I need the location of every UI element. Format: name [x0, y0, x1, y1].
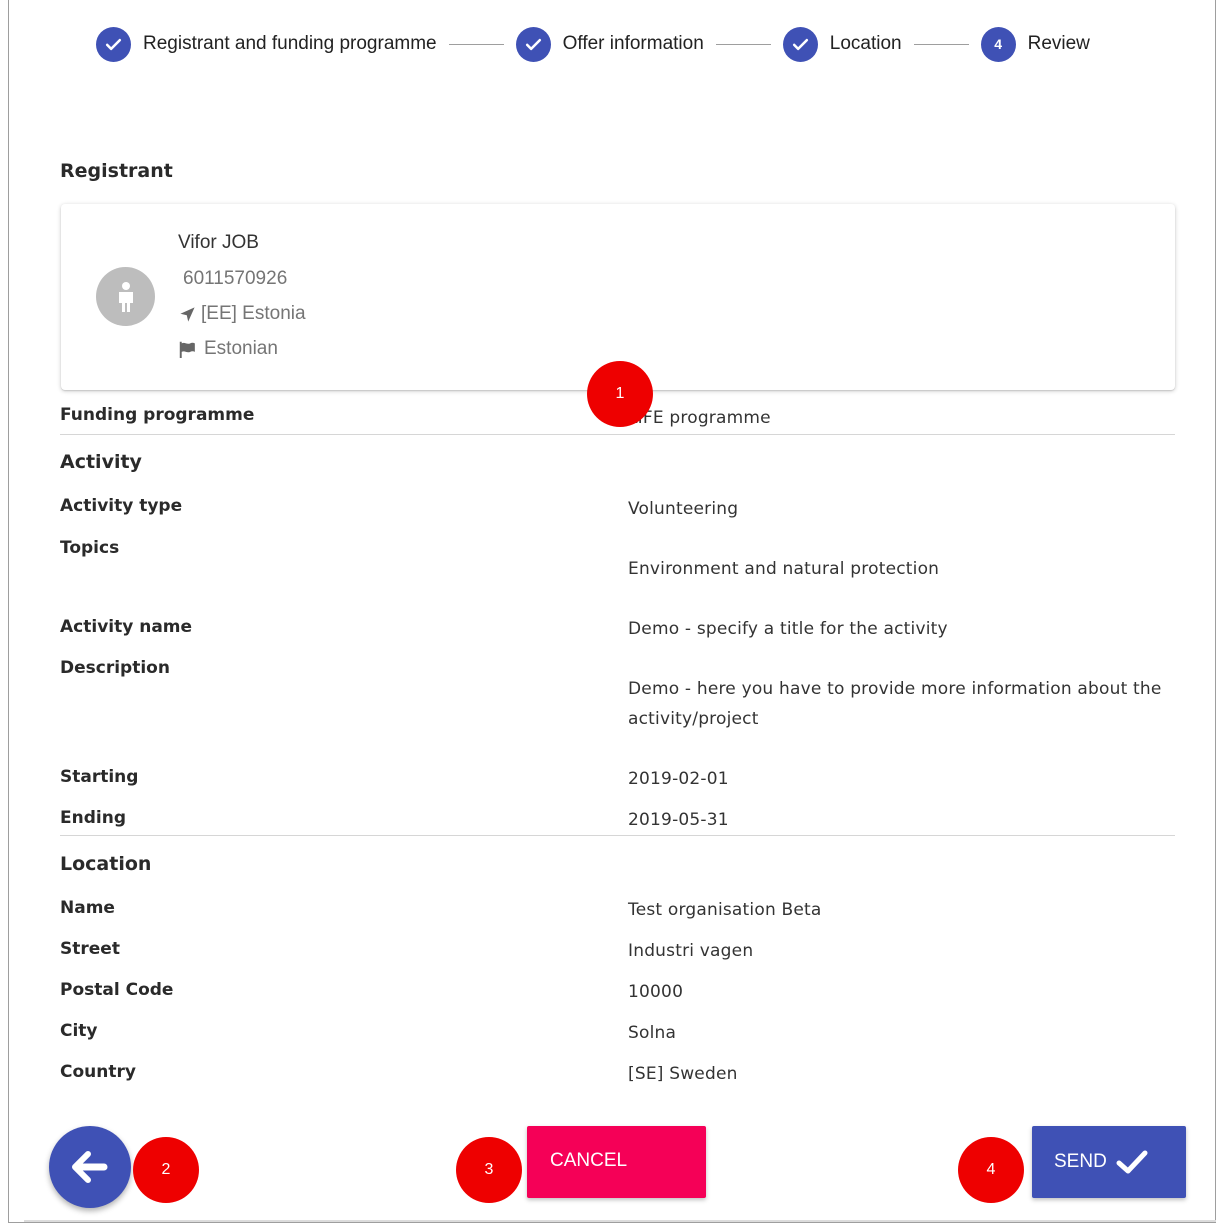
activity-name-label: Activity name	[60, 617, 193, 637]
activity-type-label: Activity type	[60, 496, 183, 516]
ending-value: 2019-05-31	[628, 810, 729, 830]
country-label: Country	[60, 1062, 136, 1082]
description-label: Description	[60, 658, 170, 678]
postal-code-value: 10000	[628, 982, 684, 1002]
divider	[60, 434, 1175, 435]
step-connector	[913, 43, 969, 45]
location-arrow-icon	[178, 305, 197, 324]
starting-value: 2019-02-01	[628, 769, 729, 789]
topics-value: Environment and natural protection	[628, 559, 940, 579]
starting-label: Starting	[60, 767, 139, 787]
step-offer-information[interactable]: Offer information	[515, 26, 704, 62]
check-icon	[515, 26, 551, 62]
registrant-nationality-text: Estonian	[204, 338, 278, 359]
back-button[interactable]	[49, 1126, 131, 1208]
registrant-country-text: [EE] Estonia	[201, 303, 306, 324]
street-label: Street	[60, 939, 120, 959]
check-icon	[96, 26, 131, 62]
annotation-marker-4: 4	[958, 1137, 1024, 1203]
funding-value: LIFE programme	[628, 408, 771, 428]
annotation-marker-2: 2	[133, 1137, 199, 1203]
step-location[interactable]: Location	[782, 26, 902, 62]
location-heading: Location	[60, 853, 152, 875]
topics-label: Topics	[60, 538, 120, 558]
step-label: Registrant and funding programme	[143, 33, 437, 54]
description-value: Demo - here you have to provide more inf…	[628, 679, 1162, 729]
cancel-button-label: CANCEL	[550, 1150, 628, 1171]
registrant-country: [EE] Estonia	[178, 303, 306, 325]
frame-bottom-shadow	[24, 1220, 1216, 1222]
step-label: Location	[829, 33, 902, 54]
annotation-marker-1: 1	[587, 361, 653, 427]
postal-code-label: Postal Code	[60, 980, 174, 1000]
step-connector	[715, 43, 771, 45]
step-label: Review	[1027, 33, 1090, 54]
cancel-button[interactable]: CANCEL	[527, 1126, 706, 1198]
arrow-left-icon	[72, 1151, 108, 1183]
funding-label: Funding programme	[60, 405, 255, 425]
divider	[60, 835, 1175, 836]
flag-icon	[178, 340, 197, 359]
check-icon	[782, 26, 818, 62]
city-label: City	[60, 1021, 98, 1041]
activity-type-value: Volunteering	[628, 499, 739, 519]
step-number: 4	[980, 26, 1016, 62]
step-connector	[448, 43, 504, 45]
activity-name-value: Demo - specify a title for the activity	[628, 619, 948, 639]
city-value: Solna	[628, 1023, 677, 1043]
street-value: Industri vagen	[628, 941, 754, 961]
step-registrant-funding[interactable]: Registrant and funding programme	[96, 26, 437, 62]
step-label: Offer information	[562, 33, 704, 54]
location-name-label: Name	[60, 898, 115, 918]
send-button[interactable]: SEND	[1032, 1126, 1186, 1198]
ending-label: Ending	[60, 808, 126, 828]
location-name-value: Test organisation Beta	[628, 900, 822, 920]
activity-heading: Activity	[60, 451, 142, 473]
registrant-heading: Registrant	[60, 160, 173, 182]
annotation-marker-3: 3	[456, 1137, 522, 1203]
send-button-label: SEND	[1054, 1151, 1107, 1172]
person-icon	[96, 267, 155, 326]
step-review[interactable]: 4 Review	[980, 26, 1090, 62]
check-icon	[1116, 1150, 1148, 1174]
registrant-nationality: Estonian	[178, 338, 278, 360]
country-value: [SE] Sweden	[628, 1064, 738, 1084]
stepper: Registrant and funding programme Offer i…	[96, 26, 1090, 62]
registrant-name: Vifor JOB	[178, 232, 259, 253]
registrant-id: 6011570926	[183, 268, 288, 289]
